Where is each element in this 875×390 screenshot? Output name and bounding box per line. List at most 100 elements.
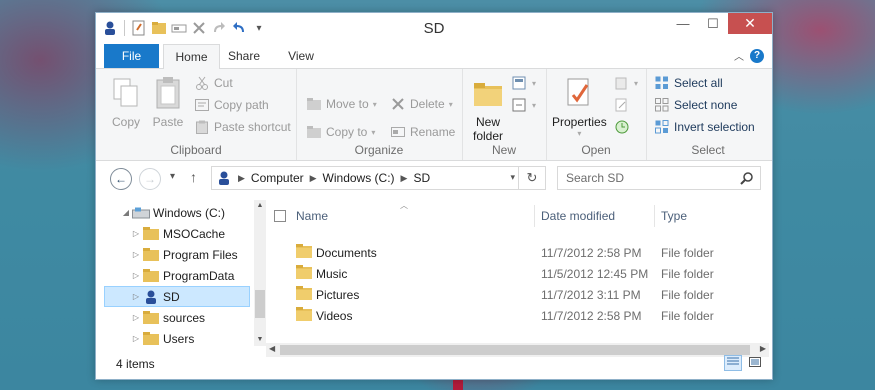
organize-group-label: Organize xyxy=(354,143,404,157)
user-folder-icon xyxy=(142,289,160,305)
recent-locations-dropdown-icon[interactable]: ▾ xyxy=(170,171,175,182)
address-bar[interactable]: ▶ Computer ▶ Windows (C:) ▶ SD ▾ ↻ xyxy=(211,166,546,190)
scrollbar-thumb[interactable] xyxy=(255,290,265,318)
collapsed-arrow-icon[interactable]: ▷ xyxy=(130,313,142,322)
sort-up-icon: ︿ xyxy=(400,201,408,210)
copy-to-label: Copy to xyxy=(326,125,368,139)
scroll-up-arrow-icon[interactable]: ▲ xyxy=(254,202,266,209)
delete-x-icon xyxy=(390,96,406,112)
folder-icon xyxy=(296,307,312,324)
minimize-ribbon-chevron-icon[interactable]: ︿ xyxy=(734,48,744,63)
forward-button[interactable]: → xyxy=(139,168,161,190)
file-type: File folder xyxy=(661,246,714,260)
paste-button[interactable]: Paste xyxy=(152,75,184,129)
navigation-pane-scrollbar[interactable]: ▲ ▼ xyxy=(254,200,266,346)
copy-button[interactable]: Copy xyxy=(110,75,142,129)
chevron-right-icon[interactable]: ▶ xyxy=(310,173,317,184)
breadcrumb-sd[interactable]: SD xyxy=(413,171,430,185)
scroll-down-arrow-icon[interactable]: ▼ xyxy=(254,336,266,343)
paste-shortcut-button[interactable]: Paste shortcut xyxy=(194,119,291,135)
copy-path-label: Copy path xyxy=(214,98,269,112)
column-divider[interactable] xyxy=(654,205,655,227)
file-row-videos[interactable]: Videos 11/7/2012 2:58 PM File folder xyxy=(266,305,769,326)
paste-icon xyxy=(152,75,184,111)
copy-to-button[interactable]: Copy to ▾ xyxy=(306,124,375,140)
edit-button[interactable] xyxy=(614,97,630,113)
ribbon-tabs: File Home Share View ︿ ? xyxy=(96,44,772,70)
tree-item-sources[interactable]: ▷ sources xyxy=(104,307,250,328)
tree-item-sd[interactable]: ▷ SD xyxy=(104,286,250,307)
properties-label: Properties xyxy=(552,115,607,129)
open-dropdown-icon: ▾ xyxy=(634,78,639,88)
details-view-button[interactable] xyxy=(724,355,742,371)
invert-selection-icon xyxy=(654,119,670,135)
select-all-checkbox[interactable] xyxy=(274,210,286,222)
cut-button[interactable]: Cut xyxy=(194,75,233,91)
new-item-icon xyxy=(512,75,528,91)
expanded-arrow-icon[interactable]: ◢ xyxy=(120,208,132,217)
tree-item-users[interactable]: ▷ Users xyxy=(104,328,250,349)
folder-icon xyxy=(142,247,160,263)
rename-button[interactable]: Rename xyxy=(390,124,455,140)
folder-icon xyxy=(142,310,160,326)
select-group-label: Select xyxy=(691,143,725,157)
tab-view[interactable]: View xyxy=(283,44,319,68)
file-row-documents[interactable]: Documents 11/7/2012 2:58 PM File folder xyxy=(266,242,769,263)
tree-item-program-files[interactable]: ▷ Program Files xyxy=(104,244,250,265)
select-none-button[interactable]: Select none xyxy=(654,97,737,113)
copy-path-button[interactable]: Copy path xyxy=(194,97,269,113)
help-icon[interactable]: ? xyxy=(750,48,764,63)
folder-icon xyxy=(296,265,312,282)
status-bar: 4 items xyxy=(96,349,772,379)
collapsed-arrow-icon[interactable]: ▷ xyxy=(130,271,142,280)
back-button[interactable]: ← xyxy=(110,168,132,190)
refresh-button[interactable]: ↻ xyxy=(518,167,545,189)
select-all-button[interactable]: Select all xyxy=(654,75,723,91)
column-header-name[interactable]: Name xyxy=(296,205,328,227)
minimize-button[interactable]: — xyxy=(668,13,698,34)
file-row-pictures[interactable]: Pictures 11/7/2012 3:11 PM File folder xyxy=(266,284,769,305)
item-count: 4 items xyxy=(116,357,155,371)
column-header-date-modified[interactable]: Date modified xyxy=(541,205,615,227)
invert-selection-button[interactable]: Invert selection xyxy=(654,119,755,135)
search-box[interactable]: Search SD xyxy=(557,166,761,190)
drive-icon xyxy=(132,205,150,221)
tree-item-msocache[interactable]: ▷ MSOCache xyxy=(104,223,250,244)
column-divider[interactable] xyxy=(534,205,535,227)
open-button[interactable]: ▾ xyxy=(614,75,638,91)
collapsed-arrow-icon[interactable]: ▷ xyxy=(130,250,142,259)
new-folder-label-line2: folder xyxy=(472,129,504,143)
tab-home[interactable]: Home xyxy=(163,44,220,70)
copy-label: Copy xyxy=(111,115,140,129)
tab-file[interactable]: File xyxy=(104,44,159,68)
collapsed-arrow-icon[interactable]: ▷ xyxy=(130,229,142,238)
history-button[interactable] xyxy=(614,119,630,135)
close-button[interactable]: ✕ xyxy=(728,13,772,34)
tree-item-windows-c[interactable]: ◢ Windows (C:) xyxy=(104,202,250,223)
new-item-dropdown-icon: ▾ xyxy=(532,78,537,88)
up-arrow-icon[interactable]: ↑ xyxy=(190,169,197,185)
move-to-button[interactable]: Move to ▾ xyxy=(306,96,377,112)
maximize-button[interactable]: ☐ xyxy=(698,13,728,34)
paste-shortcut-icon xyxy=(194,119,210,135)
new-item-button[interactable]: ▾ xyxy=(512,75,536,91)
collapsed-arrow-icon[interactable]: ▷ xyxy=(130,292,142,301)
column-header-type[interactable]: Type xyxy=(661,205,687,227)
easy-access-button[interactable]: ▾ xyxy=(512,97,536,113)
properties-button[interactable]: Properties ▾ xyxy=(552,75,607,138)
address-history-dropdown-icon[interactable]: ▾ xyxy=(510,172,515,183)
tree-label: MSOCache xyxy=(163,226,226,241)
delete-button[interactable]: Delete ▾ xyxy=(390,96,453,112)
easy-access-dropdown-icon: ▾ xyxy=(532,100,537,110)
chevron-right-icon[interactable]: ▶ xyxy=(401,173,408,184)
breadcrumb-windows-c[interactable]: Windows (C:) xyxy=(323,171,395,185)
tree-label: ProgramData xyxy=(163,268,235,283)
breadcrumb-computer[interactable]: Computer xyxy=(251,171,304,185)
new-folder-button[interactable]: New folder xyxy=(472,75,504,143)
file-row-music[interactable]: Music 11/5/2012 12:45 PM File folder xyxy=(266,263,769,284)
file-date: 11/7/2012 2:58 PM xyxy=(541,309,642,323)
large-icons-view-button[interactable] xyxy=(746,355,764,371)
tab-share[interactable]: Share xyxy=(222,44,266,68)
tree-item-programdata[interactable]: ▷ ProgramData xyxy=(104,265,250,286)
collapsed-arrow-icon[interactable]: ▷ xyxy=(130,334,142,343)
